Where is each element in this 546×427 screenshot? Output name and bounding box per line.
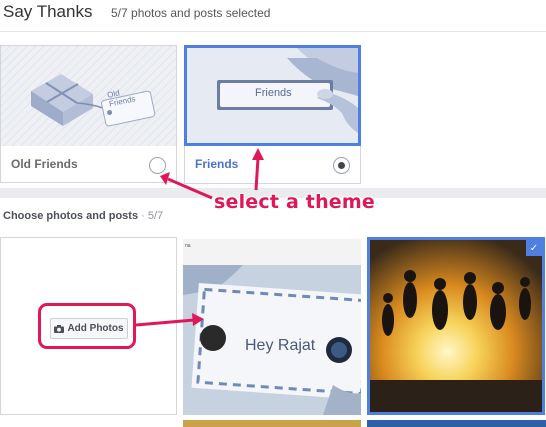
theme-picker: Old Friends Old Friends Friends Friends — [0, 33, 546, 188]
section-title-text: Choose photos and posts — [3, 210, 139, 222]
next-row-cell-2 — [183, 420, 361, 427]
selected-check-icon: ✓ — [526, 240, 542, 256]
postcard-greeting: Hey Rajat — [245, 337, 316, 354]
annotation-select-theme: select a theme — [214, 191, 375, 213]
postcard-caption: na — [185, 243, 191, 249]
postcard-post[interactable]: na Hey Rajat — [183, 239, 361, 415]
theme-label-friends: Friends — [195, 157, 239, 171]
radio-old-friends[interactable] — [149, 157, 166, 174]
next-row-cell-3 — [367, 420, 546, 427]
theme-card-old-friends[interactable]: Old Friends Old Friends — [0, 45, 177, 183]
theme-image-old-friends: Old Friends — [1, 46, 176, 146]
theme-label-old-friends: Old Friends — [11, 157, 78, 171]
dialog-title: Say Thanks — [3, 2, 93, 21]
section-count: · 5/7 — [138, 210, 164, 222]
dialog-header: Say Thanks 5/7 photos and posts selected — [0, 0, 546, 32]
postcard-header: na — [183, 239, 361, 265]
photo-sunset-jump[interactable]: ✓ — [367, 237, 545, 415]
postcard-image: Hey Rajat — [183, 265, 361, 415]
tag-label-friends: Friends — [255, 87, 292, 99]
section-heading: Choose photos and posts · 5/7 — [3, 210, 163, 222]
theme-image-friends: Friends — [184, 45, 361, 146]
next-row-cell-1 — [0, 420, 177, 427]
selection-count: 5/7 photos and posts selected — [111, 6, 271, 20]
theme-card-friends[interactable]: Friends Friends — [184, 45, 361, 184]
radio-friends[interactable] — [333, 157, 350, 174]
annotation-highlight-box — [38, 303, 136, 349]
